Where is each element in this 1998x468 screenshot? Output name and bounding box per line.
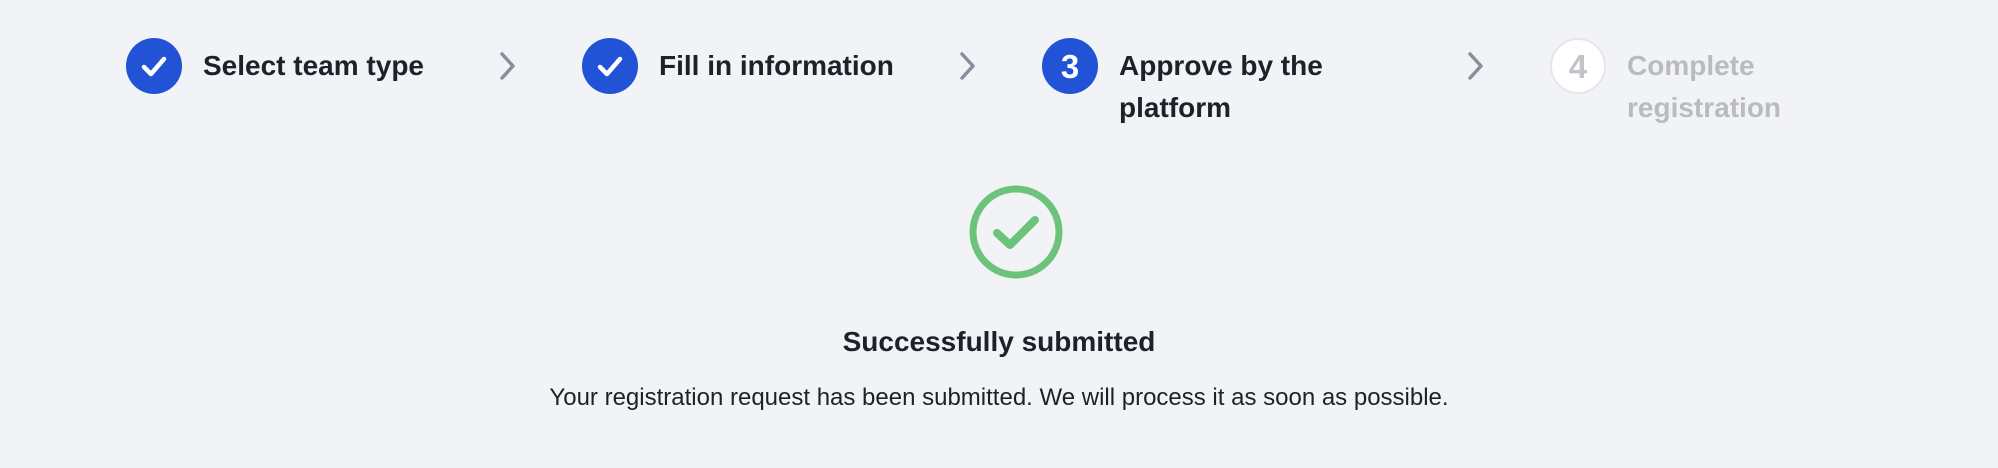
step-fill-in-information: Fill in information xyxy=(582,38,894,94)
success-check-circle-icon xyxy=(969,185,1063,279)
step-4-label-line2: registration xyxy=(1627,92,1782,123)
chevron-right-icon xyxy=(960,52,975,80)
step-complete-registration: 4 Complete registration xyxy=(1550,38,1781,129)
result-title: Successfully submitted xyxy=(842,326,1156,357)
step-3-label-line1: Approve by the xyxy=(1119,50,1323,81)
step-3-label-line2: platform xyxy=(1119,92,1231,123)
step-1-label: Select team type xyxy=(203,50,424,81)
step-3-label: Approve by the platform xyxy=(1119,45,1323,129)
step-4-number: 4 xyxy=(1568,47,1588,85)
step-1-status xyxy=(126,38,182,94)
step-approve-by-platform: 3 Approve by the platform xyxy=(1042,38,1323,129)
step-3-status: 3 xyxy=(1042,38,1098,94)
check-icon xyxy=(597,56,623,77)
step-2-label: Fill in information xyxy=(659,50,894,81)
registration-steps: Select team type Fill in information 3 A… xyxy=(0,0,1998,140)
chevron-right-icon xyxy=(1468,52,1483,80)
step-4-label: Complete registration xyxy=(1627,45,1781,129)
result-description: Your registration request has been submi… xyxy=(549,384,1449,411)
step-4-status: 4 xyxy=(1550,38,1606,94)
chevron-right-icon xyxy=(500,52,515,80)
step-3-number: 3 xyxy=(1060,47,1080,85)
step-select-team-type: Select team type xyxy=(126,38,424,94)
step-4-label-line1: Complete xyxy=(1627,50,1755,81)
check-icon xyxy=(141,56,167,77)
step-2-status xyxy=(582,38,638,94)
